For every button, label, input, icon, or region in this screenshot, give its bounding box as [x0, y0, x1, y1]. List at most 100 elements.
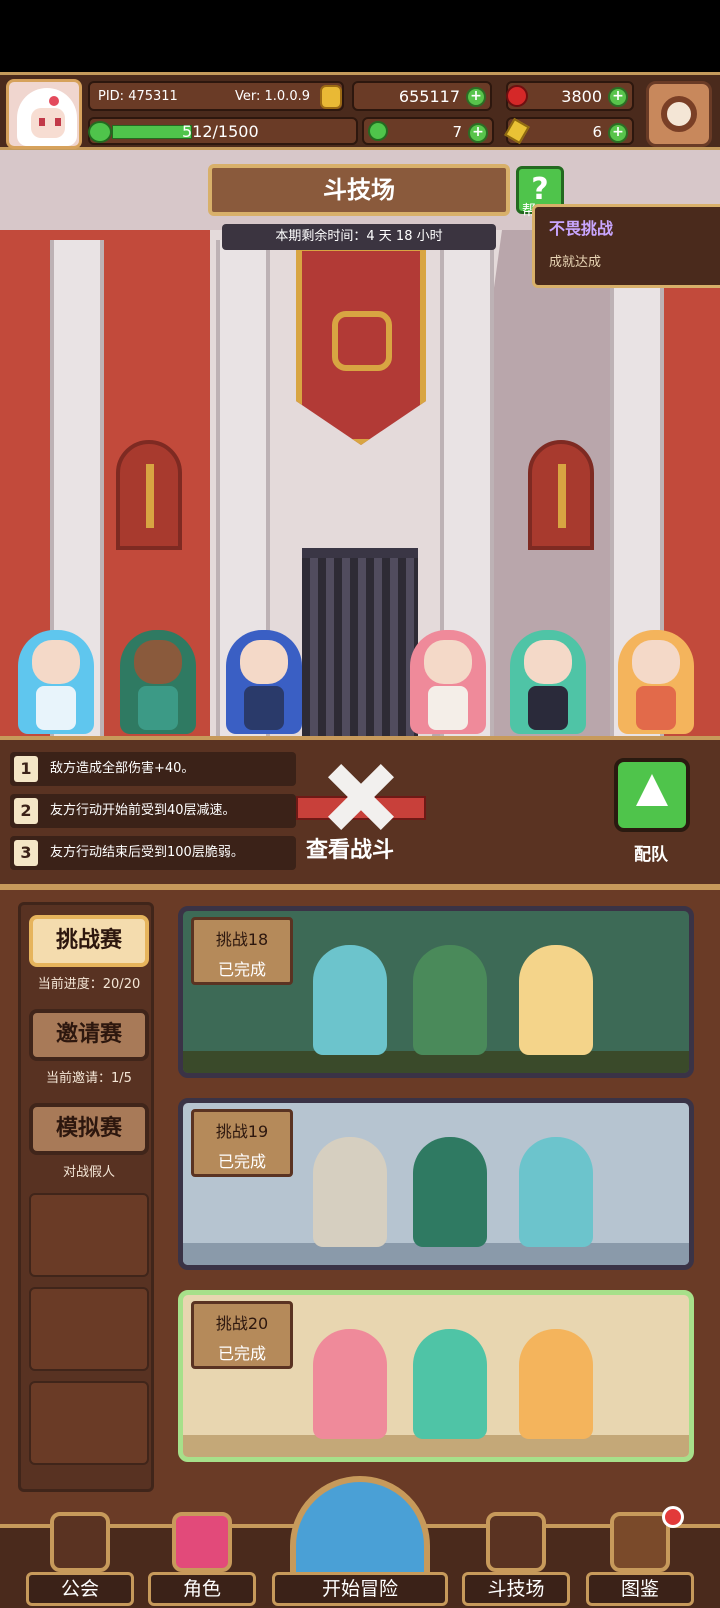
sword-niche	[528, 440, 594, 550]
add-key-button[interactable]: +	[608, 123, 628, 143]
modifier-number: 1	[14, 756, 38, 782]
enemy-sprite	[313, 1137, 387, 1247]
challenge-status: 已完成	[217, 1344, 266, 1363]
character-sprite	[120, 630, 196, 734]
avatar-eye	[39, 118, 45, 126]
nav-guild-label: 公会	[26, 1572, 134, 1606]
character-sprite	[618, 630, 694, 734]
enemy-sprite	[313, 945, 387, 1055]
modifier-row: 2 友方行动开始前受到40层减速。	[10, 794, 296, 828]
crossed-swords-icon	[486, 1512, 546, 1572]
gold-coin-icon	[320, 85, 342, 109]
modifier-number: 3	[14, 840, 38, 866]
sword-icon	[558, 464, 566, 528]
stamina-icon	[88, 121, 112, 143]
guild-house-icon	[50, 1512, 110, 1572]
invite-mode-button[interactable]: 邀请赛	[29, 1009, 149, 1061]
player-info-panel: PID: 475311 Ver: 1.0.0.9	[88, 81, 344, 111]
nav-role-label: 角色	[148, 1572, 256, 1606]
enemy-sprite	[519, 1329, 593, 1439]
top-status-bar: PID: 475311 Ver: 1.0.0.9 655117 + 3800 +…	[0, 72, 720, 150]
character-head	[32, 640, 80, 684]
empty-slot	[29, 1193, 149, 1277]
character-sprite	[410, 630, 486, 734]
nav-adventure-label: 开始冒险	[272, 1572, 448, 1606]
character-head	[632, 640, 680, 684]
stamina-bar: 512/1500	[88, 117, 358, 145]
character-body	[36, 686, 76, 730]
gem-value: 3800	[561, 87, 602, 106]
clover-icon	[368, 121, 388, 141]
nav-role[interactable]: 角色	[148, 1512, 256, 1608]
avatar-eye	[55, 118, 61, 126]
character-head	[424, 640, 472, 684]
character-sprite	[18, 630, 94, 734]
red-gem-icon	[506, 85, 528, 107]
avatar-accessory	[49, 96, 59, 106]
modifier-number: 2	[14, 798, 38, 824]
gold-counter: 655117 +	[352, 81, 492, 111]
nav-guild[interactable]: 公会	[26, 1512, 134, 1608]
enemy-sprite	[519, 945, 593, 1055]
character-icon	[172, 1512, 232, 1572]
modifier-text: 敌方造成全部伤害+40。	[50, 761, 195, 776]
challenge-tag: 挑战19 已完成	[191, 1109, 293, 1177]
key-value: 6	[592, 123, 602, 141]
character-body	[428, 686, 468, 730]
book-icon	[610, 1512, 670, 1572]
achievement-toast: 不畏挑战 成就达成	[532, 204, 720, 288]
challenge-card[interactable]: 挑战20 已完成	[178, 1290, 694, 1462]
challenge-mode-button[interactable]: 挑战赛	[29, 915, 149, 967]
watch-battle-label: 查看战斗	[306, 838, 395, 863]
achievement-title: 不畏挑战	[549, 219, 614, 238]
modifier-row: 3 友方行动结束后受到100层脆弱。	[10, 836, 296, 870]
enemy-sprite	[413, 1329, 487, 1439]
nav-codex[interactable]: 图鉴	[586, 1512, 694, 1608]
add-gold-button[interactable]: +	[466, 87, 486, 107]
character-sprite	[226, 630, 302, 734]
character-head	[240, 640, 288, 684]
notification-badge	[662, 1506, 684, 1528]
achievement-subtitle: 成就达成	[549, 255, 602, 270]
challenge-tag: 挑战20 已完成	[191, 1301, 293, 1369]
settings-button[interactable]	[646, 81, 712, 147]
watch-battle-button[interactable]: 查看战斗	[296, 752, 426, 872]
page-title: 斗技场	[208, 164, 510, 216]
character-body	[636, 686, 676, 730]
team-icon	[636, 774, 668, 806]
enemy-sprite	[413, 945, 487, 1055]
stamina-fill	[112, 125, 192, 139]
banner-emblem	[332, 311, 392, 371]
challenge-name: 挑战18	[215, 930, 269, 949]
challenge-card[interactable]: 挑战18 已完成	[178, 906, 694, 1078]
character-body	[244, 686, 284, 730]
empty-slot	[29, 1287, 149, 1371]
simulation-mode-button[interactable]: 模拟赛	[29, 1103, 149, 1155]
challenge-status: 已完成	[217, 1152, 266, 1171]
game-version: Ver: 1.0.0.9	[235, 88, 310, 104]
nav-codex-label: 图鉴	[586, 1572, 694, 1606]
gold-value: 655117	[398, 87, 460, 106]
simulation-subtitle: 对战假人	[62, 1165, 115, 1180]
nav-arena-label: 斗技场	[462, 1572, 570, 1606]
sword-niche	[116, 440, 182, 550]
bottom-nav: 公会 角色 开始冒险 斗技场 图鉴	[0, 1476, 720, 1608]
character-head	[524, 640, 572, 684]
challenge-progress: 当前进度：20/20	[37, 977, 141, 992]
modifier-row: 1 敌方造成全部伤害+40。	[10, 752, 296, 786]
player-avatar[interactable]	[6, 79, 82, 149]
clover-value: 7	[452, 123, 462, 141]
character-sprite	[510, 630, 586, 734]
nav-arena[interactable]: 斗技场	[462, 1512, 570, 1608]
add-gem-button[interactable]: +	[608, 87, 628, 107]
challenge-tag: 挑战18 已完成	[191, 917, 293, 985]
character-body	[138, 686, 178, 730]
team-setup-button[interactable]	[614, 758, 690, 832]
add-clover-button[interactable]: +	[468, 123, 488, 143]
sword-icon	[146, 464, 154, 528]
battle-modifiers: 1 敌方造成全部伤害+40。 2 友方行动开始前受到40层减速。 3 友方行动结…	[0, 736, 720, 884]
challenge-card[interactable]: 挑战19 已完成	[178, 1098, 694, 1270]
invite-progress: 当前邀请：1/5	[46, 1071, 132, 1086]
nav-start-adventure[interactable]: 开始冒险	[272, 1476, 448, 1608]
stamina-value: 512/1500	[182, 122, 259, 141]
